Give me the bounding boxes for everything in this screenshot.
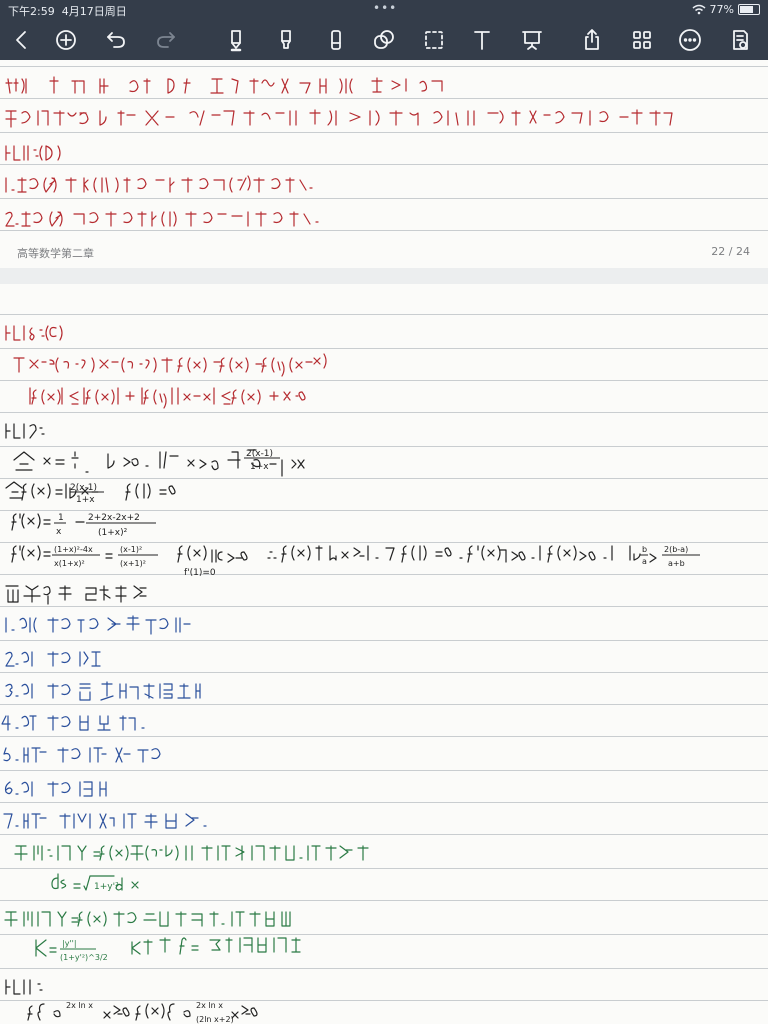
handwriting-line [3,813,207,829]
handwriting-line [5,145,61,161]
handwriting-line [14,845,369,861]
handwriting-line [29,387,306,409]
handwriting-line [5,175,313,193]
handwriting-line [4,781,107,797]
text-tool-button[interactable] [468,26,496,54]
handwriting-line: 2x ln x 2x ln x (2ln x+2) [27,1001,258,1024]
reading-mode-button[interactable] [726,26,754,54]
svg-text:|y''|: |y''| [62,939,77,948]
presentation-button[interactable] [518,26,546,54]
status-bar: 下午2:59 4月17日周日 ••• 77% [0,0,768,20]
svg-text:2+2x-2x+2: 2+2x-2x+2 [88,513,140,523]
handwriting-line [13,353,327,377]
svg-text:1+y'²: 1+y'² [94,882,119,892]
battery-percent: 77% [709,3,734,16]
redo-icon [157,32,175,48]
notebook-title: 高等数学第二章 [17,247,94,260]
wifi-icon [692,4,706,15]
redo-button[interactable] [152,26,180,54]
pen-tool-button[interactable] [222,26,250,54]
status-time-text: 下午2:59 [8,5,55,18]
handwriting-line [5,681,201,701]
undo-button[interactable] [102,26,130,54]
share-icon [585,29,599,50]
text-tool-icon [474,31,490,50]
grid-pages-icon [633,31,651,49]
more-icon [679,29,701,51]
handwriting-line: |y''| (1+y'²)^3/2 [35,937,301,962]
note-page-22[interactable]: 高等数学第二章 22 / 24 [0,60,768,268]
handwriting-line: (1+x)²-4x x(1+x)² (x-1)² (x+1)² f'(1)=0 … [11,545,700,578]
svg-text:(x+1)²: (x+1)² [120,559,146,568]
svg-text:2(b-a): 2(b-a) [664,545,688,554]
svg-text:x(1+x)²: x(1+x)² [54,559,85,568]
lasso-icon [374,30,394,49]
notes-toolbar [0,20,768,60]
handwriting-line [5,423,45,439]
multitasking-dots-icon[interactable]: ••• [373,1,397,15]
plus-circle-icon [56,30,76,50]
note-page-23[interactable]: 2(x-1) 1+x 2(x-1) 1+x 1 x 2+2x-2x+2 (1+x… [0,284,768,1024]
back-button[interactable] [8,26,36,54]
status-indicators: 77% [692,3,760,16]
handwriting-line: 1+y'² [51,873,139,892]
svg-text:(1+y'²)^3/2: (1+y'²)^3/2 [60,953,108,962]
handwriting-line [5,615,191,635]
handwriting-line [4,911,291,927]
highlighter-tool-button[interactable] [272,26,300,54]
svg-text:x: x [56,527,62,537]
handwriting-line: 2(x-1) 1+x [13,449,305,477]
add-page-button[interactable] [52,26,80,54]
page-overview-button[interactable] [628,26,656,54]
reading-mode-icon [733,30,748,50]
svg-text:1+x: 1+x [76,495,95,505]
eraser-icon [331,30,341,50]
svg-text:1+x: 1+x [250,462,269,472]
presentation-icon [522,31,542,50]
svg-text:a: a [642,557,647,566]
svg-text:(x-1)²: (x-1)² [120,545,142,554]
chevron-left-icon [16,31,26,49]
handwriting-line [3,747,161,763]
handwriting-line [5,76,443,94]
pen-icon [230,30,242,52]
handwriting-line: 2(x-1) 1+x [5,481,176,505]
svg-text:2x ln x: 2x ln x [196,1001,223,1010]
svg-text:(2ln x+2): (2ln x+2) [196,1015,234,1024]
selection-box-icon [425,31,443,49]
highlighter-icon [281,30,291,49]
battery-icon [738,4,760,15]
eraser-tool-button[interactable] [322,26,350,54]
handwriting-line [5,585,147,605]
svg-text:b: b [642,545,647,554]
svg-text:f'(1)=0: f'(1)=0 [184,568,216,578]
selection-tool-button[interactable] [420,26,448,54]
svg-text:(1+x)²: (1+x)² [98,528,128,538]
handwriting-line [5,325,63,341]
handwriting-line [5,651,101,667]
lasso-tool-button[interactable] [370,26,398,54]
svg-text:a+b: a+b [668,559,685,568]
undo-icon [107,32,125,48]
page-indicator: 22 / 24 [711,245,750,258]
handwriting-line: 1 x 2+2x-2x+2 (1+x)² [11,513,156,538]
handwriting-line [5,211,319,227]
status-time: 下午2:59 4月17日周日 [8,3,127,19]
svg-text:(1+x)²-4x: (1+x)²-4x [54,545,93,554]
more-button[interactable] [676,26,704,54]
status-date-text: 4月17日周日 [61,5,127,18]
svg-text:2x ln x: 2x ln x [66,1001,93,1010]
handwriting-line [1,715,145,731]
handwriting-line [5,979,43,995]
share-button[interactable] [578,26,606,54]
handwriting-line [5,109,673,128]
svg-text:1: 1 [58,513,64,523]
